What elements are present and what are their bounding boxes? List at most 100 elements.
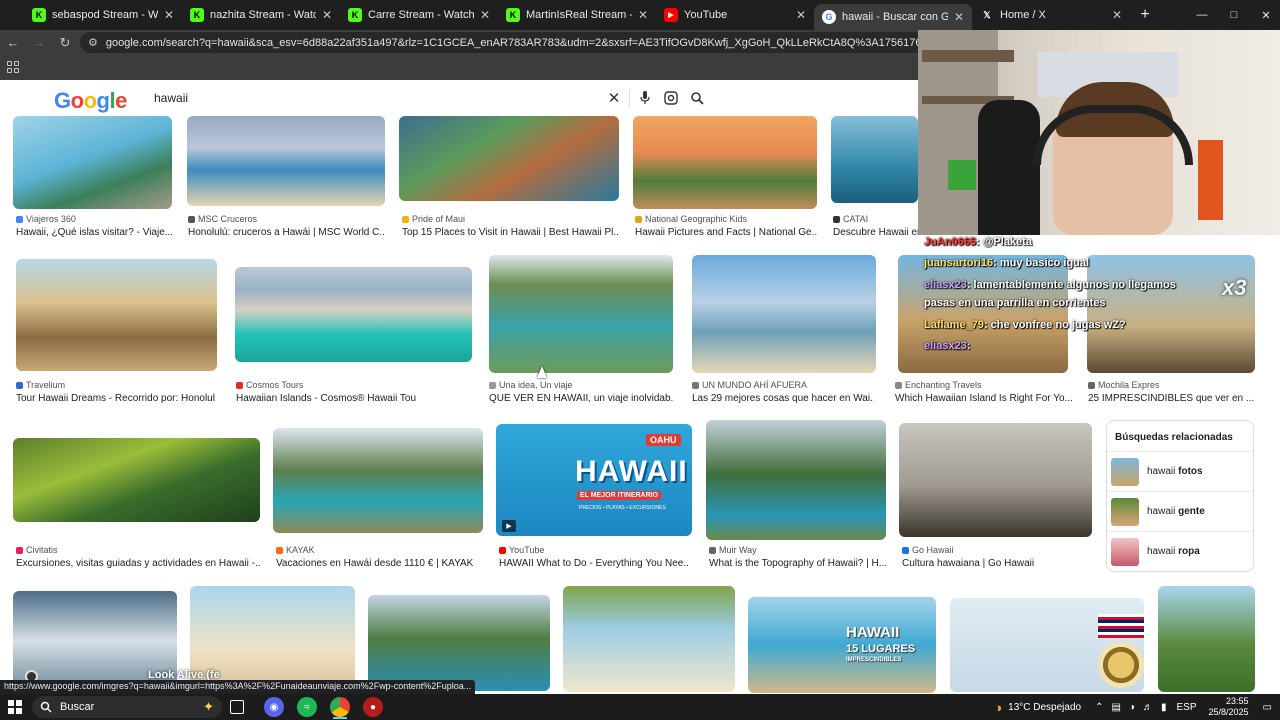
search-box[interactable]: hawaii ✕ [140,85,710,111]
obs-icon[interactable]: ● [363,697,383,717]
result-source[interactable]: YouTube [499,545,544,555]
image-result-thumbnail[interactable] [706,420,886,540]
discord-icon[interactable]: ◉ [264,697,284,717]
result-title[interactable]: Excursiones, visitas guiadas y actividad… [16,558,260,569]
image-result-thumbnail[interactable] [187,116,385,206]
reload-icon[interactable]: ↻ [52,30,78,55]
result-title[interactable]: HAWAII What to Do - Everything You Nee..… [499,558,689,569]
new-tab-button[interactable]: + [1130,0,1160,30]
result-source[interactable]: CATAI [833,214,868,224]
browser-tab[interactable]: Ksebaspod Stream - Watch Live o ✕ [24,0,182,30]
browser-tab[interactable]: K MartinIsReal Stream - Watch Li ✕ [498,0,656,30]
image-result-thumbnail[interactable] [273,428,483,533]
related-search-item[interactable]: hawaii fotos [1107,451,1253,491]
clock[interactable]: 23:55 25/8/2025 [1209,696,1249,718]
result-source[interactable]: Enchanting Travels [895,380,982,390]
image-result-thumbnail[interactable] [563,586,735,692]
taskbar-search[interactable]: Buscar ✦ [32,696,222,718]
minimize-button[interactable]: — [1186,0,1218,30]
image-result-thumbnail[interactable] [831,116,918,203]
result-title[interactable]: Cultura hawaiana | Go Hawaii [902,558,1082,569]
microphone-icon[interactable] [632,85,658,111]
result-title[interactable]: QUÉ VER EN HAWAII, un viaje inolvidab... [489,393,673,404]
image-result-thumbnail[interactable] [399,116,619,201]
result-source[interactable]: National Geographic Kids [635,214,747,224]
tab-close-icon[interactable]: ✕ [954,10,964,24]
network-icon[interactable]: ▤ [1111,702,1120,713]
back-icon[interactable]: ← [0,30,26,55]
task-view-icon[interactable] [230,700,244,714]
image-result-thumbnail[interactable] [692,255,876,373]
result-source[interactable]: Pride of Maui [402,214,465,224]
weather-text[interactable]: 13°C Despejado [1008,702,1081,713]
tab-close-icon[interactable]: ✕ [1112,8,1122,22]
image-result-thumbnail[interactable] [898,255,1068,373]
language-indicator[interactable]: ESP [1176,702,1196,713]
image-result-thumbnail[interactable] [489,255,673,373]
result-title[interactable]: 25 IMPRESCINDIBLES que ver en ... [1088,393,1254,404]
browser-tab[interactable]: Ghawaii - Buscar con Google ✕ [814,4,972,30]
result-source[interactable]: Mochila Expres [1088,380,1160,390]
tab-close-icon[interactable]: ✕ [638,8,648,22]
result-source[interactable]: KAYAK [276,545,315,555]
browser-tab[interactable]: 𝕏 Home / X ✕ [972,0,1130,30]
lens-icon[interactable] [658,85,684,111]
apps-icon[interactable] [7,61,19,73]
result-title[interactable]: Hawaii, ¿Qué islas visitar? - Viaje... [16,227,172,238]
search-input[interactable]: hawaii [154,91,601,105]
search-icon[interactable] [684,85,710,111]
result-title[interactable]: Vacaciones en Hawái desde 1110 € | KAYAK [276,558,482,569]
site-info-icon[interactable]: ⚙ [88,36,98,49]
close-window-button[interactable]: ✕ [1250,0,1280,30]
windows-start-icon[interactable] [8,700,22,714]
result-title[interactable]: Descubre Hawaii en [833,227,918,238]
image-result-thumbnail[interactable] [1087,255,1255,373]
result-title[interactable]: Honolulú: cruceros a Hawái | MSC World C… [188,227,384,238]
image-result-thumbnail[interactable] [368,595,550,691]
result-title[interactable]: What is the Topography of Hawaii? | H... [709,558,887,569]
chat-message: JuAn0665: @Plaketa [924,236,1032,248]
chrome-icon[interactable] [330,697,350,717]
chevron-up-icon[interactable]: ⌃ [1095,702,1103,713]
result-source[interactable]: MSC Cruceros [188,214,257,224]
result-title[interactable]: Hawaiian Islands - Cosmos® Hawaii Tour [236,393,416,404]
related-search-item[interactable]: hawaii gente [1107,491,1253,531]
volume-icon[interactable]: ♬ [1143,702,1153,713]
image-result-thumbnail[interactable] [13,438,260,522]
result-title[interactable]: Which Hawaiian Island Is Right For Yo... [895,393,1073,404]
result-source[interactable]: Civitatis [16,545,58,555]
forward-icon[interactable]: → [26,30,52,55]
result-source[interactable]: Go Hawaii [902,545,954,555]
image-result-thumbnail[interactable] [1158,586,1255,692]
tab-close-icon[interactable]: ✕ [480,8,490,22]
result-title[interactable]: Las 29 mejores cosas que hacer en Wai... [692,393,874,404]
wifi-icon[interactable]: ◑ [1129,702,1135,713]
related-search-item[interactable]: hawaii ropa [1107,531,1253,571]
result-source[interactable]: Viajeros 360 [16,214,76,224]
maximize-button[interactable]: □ [1218,0,1250,30]
clear-icon[interactable]: ✕ [601,85,627,111]
result-title[interactable]: Hawaii Pictures and Facts | National Ge.… [635,227,817,238]
battery-icon[interactable]: ▮ [1161,702,1167,713]
notifications-icon[interactable]: ▭ [1263,702,1272,713]
result-source[interactable]: UN MUNDO AHÍ AFUERA [692,380,807,390]
result-title[interactable]: Tour Hawaii Dreams - Recorrido por: Hono… [16,393,216,404]
result-source[interactable]: Una idea, Un viaje [489,380,573,390]
image-result-thumbnail[interactable] [235,267,472,362]
browser-tab[interactable]: Knazhita Stream - Watch Live on K ✕ [182,0,340,30]
image-result-thumbnail[interactable] [633,116,817,209]
result-source[interactable]: Travelium [16,380,65,390]
browser-tab[interactable]: K Carre Stream - Watch Live on K ✕ [340,0,498,30]
image-result-thumbnail[interactable] [13,116,172,209]
result-source[interactable]: Cosmos Tours [236,380,303,390]
result-source[interactable]: Muir Way [709,545,757,555]
spotify-icon[interactable]: ≈ [297,697,317,717]
image-result-thumbnail[interactable] [899,423,1092,537]
tab-close-icon[interactable]: ✕ [796,8,806,22]
tab-close-icon[interactable]: ✕ [322,8,332,22]
google-logo[interactable]: Google [54,88,127,114]
result-title[interactable]: Top 15 Places to Visit in Hawaii | Best … [402,227,618,238]
tab-close-icon[interactable]: ✕ [164,8,174,22]
image-result-thumbnail[interactable] [16,259,217,371]
browser-tab[interactable]: ▶ YouTube ✕ [656,0,814,30]
